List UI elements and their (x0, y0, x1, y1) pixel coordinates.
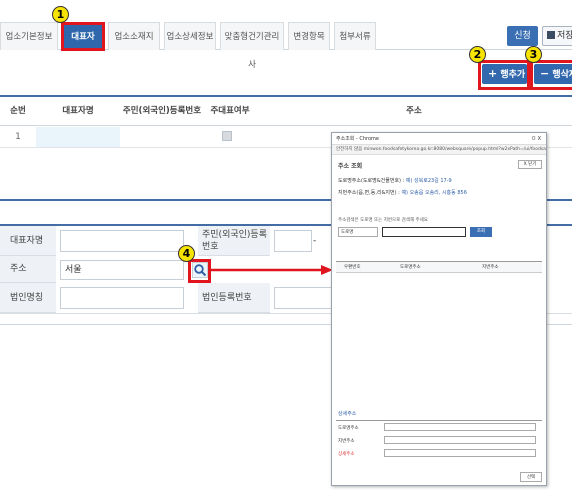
tab-bar: 업소기본정보 대표자 업소소재지 업소상세정보 맞춤형건기관리사 변경항목 첨부… (0, 22, 572, 70)
address-popup-window: 주소조회 - Chrome ㅁ X 안전하지 않음 minwon.foodsafe… (331, 132, 547, 486)
address-search-button[interactable] (192, 262, 208, 278)
save-button[interactable]: 저장 (542, 26, 572, 46)
add-row-button[interactable]: + 행추가 (482, 64, 527, 84)
result-header (336, 261, 542, 273)
corp-reg-label: 법인등록번호 (198, 283, 270, 313)
detail-heading: 상세주소 (338, 411, 357, 417)
col-jibun-address: 지번주소 (482, 265, 499, 270)
callout-arrow (211, 265, 333, 275)
grid-header-main: 주대표여부 (210, 106, 250, 116)
callout-badge-1: 1 (52, 6, 69, 23)
add-row-label: 행추가 (500, 70, 526, 80)
detail-extra-label: 상세주소 (338, 452, 355, 457)
name-input[interactable] (60, 230, 184, 252)
popup-window-title: 주소조회 - Chrome (336, 136, 379, 142)
col-zip: 우편번호 (344, 265, 361, 270)
col-road-address: 도로명주소 (400, 265, 421, 270)
tab-business-location[interactable]: 업소소재지 (108, 22, 160, 50)
grid-header-name: 대표자명 (62, 106, 94, 116)
address-input[interactable]: 서울 (60, 260, 184, 280)
rrn-front-input[interactable] (274, 230, 312, 252)
grid-header-rrn: 주민(외국인)등록번호 (122, 106, 202, 116)
rrn-separator: - (313, 236, 317, 246)
delete-row-button[interactable]: − 행삭제 (534, 64, 572, 84)
popup-titlebar: 주소조회 - Chrome ㅁ X (332, 133, 546, 145)
search-type-select[interactable]: 도로명 (338, 227, 378, 237)
grid-header-address: 주소 (406, 106, 422, 116)
apply-button[interactable]: 신청 (507, 26, 538, 46)
save-label: 저장 (557, 31, 572, 41)
window-controls[interactable]: ㅁ X (531, 133, 541, 145)
magnifier-icon (194, 264, 207, 277)
delete-row-label: 행삭제 (552, 70, 572, 80)
floppy-icon (547, 31, 555, 39)
grid-cell-no: 1 (15, 132, 21, 142)
plus-icon: + (488, 67, 498, 80)
grid-header-no: 순번 (10, 106, 26, 116)
search-hint: 주소검색은 도로명 또는 지번으로 검색해 주세요 (338, 218, 428, 223)
jibun-guide: 지번주소(읍,면,동,리&지번) : 예) 오송읍 오송리, 시흥동 856 (338, 189, 467, 196)
road-guide-label: 도로명주소(도로명&건물번호) : (338, 178, 405, 184)
name-label: 대표자명 (0, 226, 56, 256)
jibun-guide-label: 지번주소(읍,면,동,리&지번) : (338, 190, 400, 196)
rrn-label: 주민(외국인)등록번호 (198, 226, 270, 256)
road-guide: 도로명주소(도로명&건물번호) : 예) 성북로23길 17-9 (338, 177, 452, 184)
tab-change-items[interactable]: 변경항목 (288, 22, 330, 50)
address-label: 주소 (0, 256, 56, 283)
tab-health-manager[interactable]: 맞춤형건기관리사 (220, 22, 284, 70)
jibun-guide-example: 예) 오송읍 오송리, 시흥동 856 (401, 190, 467, 196)
road-guide-example: 예) 성북로23길 17-9 (405, 178, 452, 184)
tab-business-basic[interactable]: 업소기본정보 (0, 22, 58, 50)
tab-business-detail[interactable]: 업소상세정보 (164, 22, 216, 50)
tab-representative[interactable]: 대표자 (62, 22, 104, 50)
popup-close-button[interactable]: X 닫기 (518, 160, 542, 169)
corp-name-label: 법인명칭 (0, 283, 56, 313)
popup-select-button[interactable]: 선택 (520, 472, 542, 482)
tab-attachments[interactable]: 첨부서류 (334, 22, 376, 50)
detail-jibun-input[interactable] (384, 436, 536, 444)
detail-extra-input[interactable] (384, 449, 536, 457)
corp-reg-input[interactable] (274, 287, 334, 309)
corp-name-input[interactable] (60, 287, 184, 309)
grid-cell-name[interactable] (36, 127, 120, 147)
main-rep-checkbox[interactable] (222, 131, 232, 141)
search-keyword-input[interactable] (382, 227, 466, 237)
detail-top-line (336, 420, 542, 421)
minus-icon: − (540, 67, 550, 80)
callout-badge-3: 3 (525, 46, 542, 63)
popup-heading: 주소 조회 (338, 163, 363, 170)
detail-road-label: 도로명주소 (338, 426, 359, 431)
callout-badge-2: 2 (469, 46, 486, 63)
detail-jibun-label: 지번주소 (338, 439, 355, 444)
popup-url-bar: 안전하지 않음 minwon.foodsafetykorea.go.kr:808… (332, 145, 546, 155)
callout-badge-4: 4 (178, 245, 195, 262)
detail-road-input[interactable] (384, 423, 536, 431)
popup-search-button[interactable]: 조회 (470, 227, 492, 237)
